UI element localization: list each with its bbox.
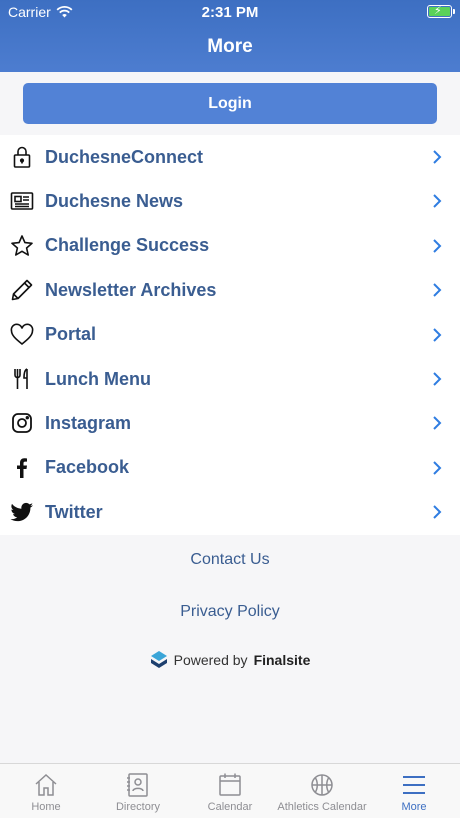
finalsite-brand-label: Finalsite	[253, 652, 311, 668]
login-button[interactable]: Login	[23, 83, 437, 124]
home-icon	[35, 773, 57, 796]
chevron-right-icon	[433, 327, 442, 342]
menu-item-label: Portal	[45, 324, 97, 345]
powered-by-finalsite[interactable]: Powered by Finalsite	[0, 650, 460, 670]
menu-item-lunch-menu[interactable]: Lunch Menu	[0, 357, 460, 401]
chevron-right-icon	[433, 416, 442, 431]
newspaper-icon	[10, 189, 34, 213]
chevron-right-icon	[433, 239, 442, 253]
tab-directory[interactable]: Directory	[92, 764, 184, 818]
status-time: 2:31 PM	[201, 4, 259, 21]
status-bar: Carrier 2:31 PM ⚡	[0, 0, 460, 24]
tab-bar: Home Directory Calendar Athletics Calend…	[0, 763, 460, 818]
lock-icon	[10, 145, 34, 169]
menu-item-portal[interactable]: Portal	[0, 313, 460, 357]
menu-icon	[403, 776, 425, 794]
tab-calendar[interactable]: Calendar	[184, 764, 276, 818]
instagram-icon	[10, 411, 34, 435]
calendar-icon	[219, 773, 241, 796]
heart-icon	[10, 323, 34, 347]
chevron-right-icon	[433, 372, 442, 386]
menu-item-label: Challenge Success	[45, 235, 210, 256]
chevron-right-icon	[433, 283, 442, 297]
basketball-icon	[311, 774, 333, 796]
privacy-policy-link[interactable]: Privacy Policy	[0, 603, 460, 621]
login-section: Login	[0, 72, 460, 134]
tab-label: Athletics Calendar	[277, 801, 367, 813]
menu-item-duchesne-news[interactable]: Duchesne News	[0, 179, 460, 223]
tab-label: Directory	[115, 801, 160, 813]
menu-item-label: DuchesneConnect	[45, 146, 204, 167]
powered-by-label: Powered by	[173, 652, 248, 668]
contact-us-link[interactable]: Contact Us	[0, 551, 460, 569]
chevron-right-icon	[433, 461, 442, 475]
menu-item-instagram[interactable]: Instagram	[0, 401, 460, 445]
menu-item-label: Newsletter Archives	[45, 279, 217, 300]
menu-item-newsletter-archives[interactable]: Newsletter Archives	[0, 268, 460, 312]
finalsite-logo-icon	[150, 651, 167, 668]
chevron-right-icon	[433, 194, 442, 209]
charging-bolt-icon: ⚡	[434, 5, 442, 17]
menu-item-label: Lunch Menu	[45, 368, 151, 389]
directory-icon	[127, 773, 148, 797]
tab-label: More	[401, 801, 427, 813]
more-menu-list: DuchesneConnect Duchesne News Challenge …	[0, 135, 460, 535]
tab-more[interactable]: More	[368, 764, 460, 818]
page-title: More	[207, 36, 253, 57]
menu-item-label: Twitter	[45, 501, 103, 522]
battery-icon: ⚡	[427, 5, 455, 18]
menu-item-challenge-success[interactable]: Challenge Success	[0, 224, 460, 268]
star-icon	[10, 234, 34, 258]
tab-home[interactable]: Home	[0, 764, 92, 818]
chevron-right-icon	[433, 505, 442, 519]
menu-item-facebook[interactable]: Facebook	[0, 446, 460, 490]
menu-item-label: Instagram	[45, 413, 132, 434]
tab-label: Calendar	[207, 801, 253, 813]
menu-item-duchesneconnect[interactable]: DuchesneConnect	[0, 135, 460, 179]
facebook-icon	[10, 456, 34, 480]
menu-item-label: Duchesne News	[45, 191, 184, 212]
utensils-icon	[10, 367, 34, 391]
navigation-header: Carrier 2:31 PM ⚡ More	[0, 0, 460, 72]
pencil-icon	[10, 278, 34, 302]
twitter-icon	[10, 500, 34, 524]
tab-athletics-calendar[interactable]: Athletics Calendar	[276, 764, 368, 818]
chevron-right-icon	[433, 150, 442, 164]
menu-item-twitter[interactable]: Twitter	[0, 490, 460, 534]
tab-label: Home	[31, 801, 61, 813]
menu-item-label: Facebook	[45, 457, 130, 478]
